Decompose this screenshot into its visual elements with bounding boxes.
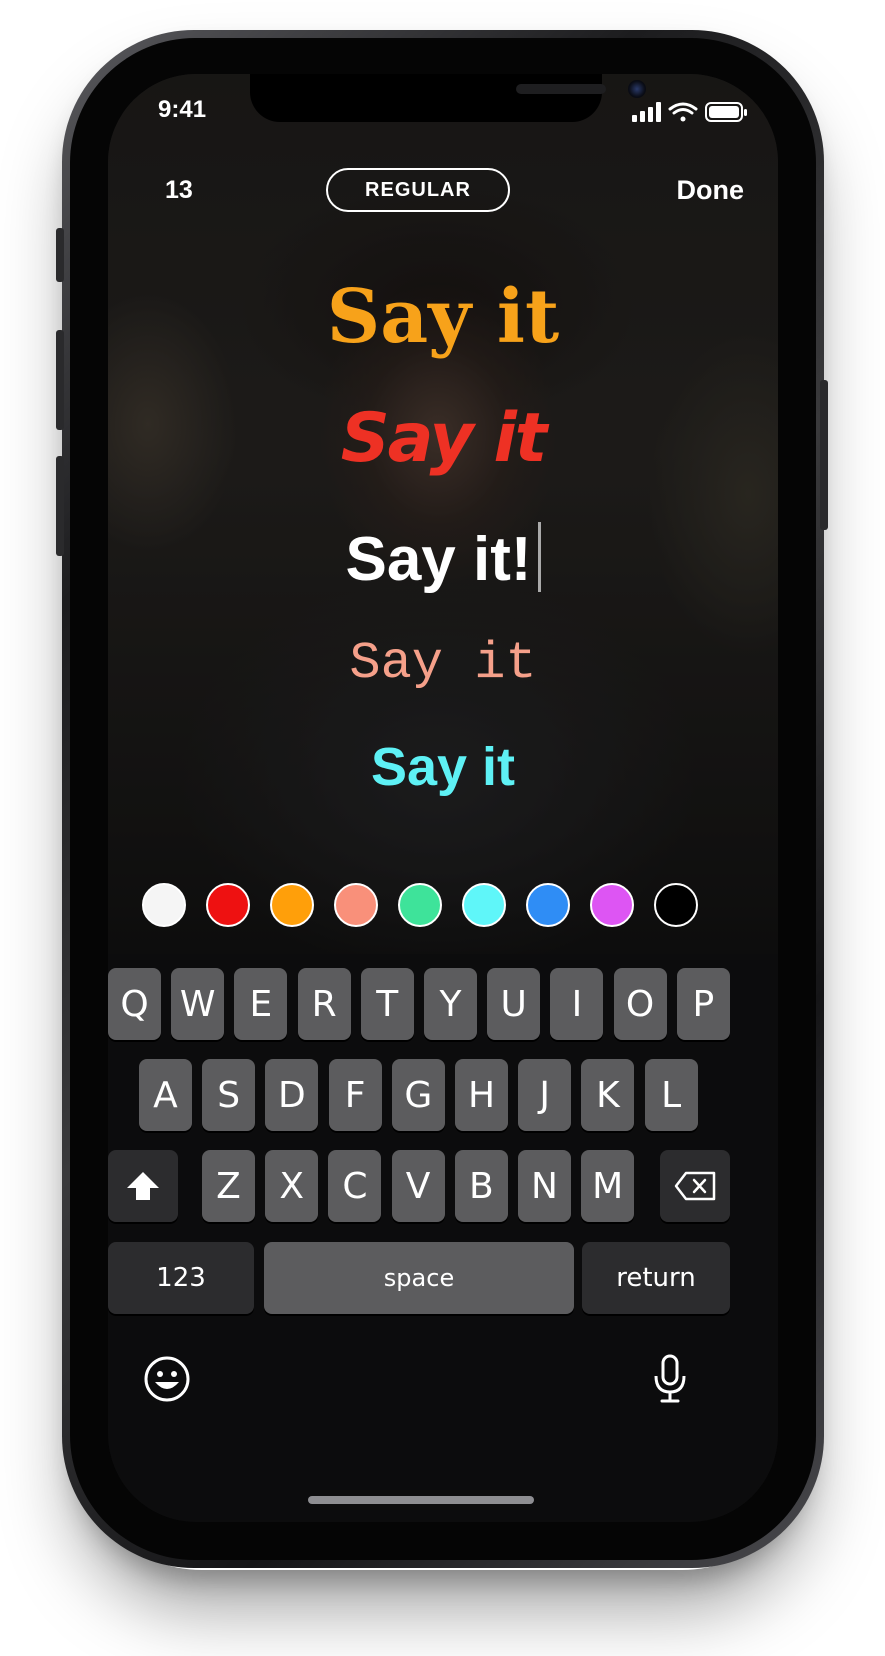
color-swatch[interactable] [206, 883, 250, 927]
front-camera [628, 80, 646, 98]
status-icons [632, 100, 750, 124]
dictation-button[interactable] [652, 1354, 688, 1409]
text-caret [537, 522, 541, 592]
color-palette [142, 883, 744, 927]
key-w[interactable]: W [171, 968, 225, 1040]
key-r[interactable]: R [297, 968, 351, 1040]
key-p[interactable]: P [676, 968, 730, 1040]
speaker-grille [516, 84, 606, 94]
microphone-icon [654, 1354, 686, 1403]
key-x[interactable]: X [265, 1150, 319, 1222]
done-button[interactable]: Done [677, 175, 745, 206]
key-e[interactable]: E [234, 968, 288, 1040]
font-sample-serif-text: Say it [326, 274, 560, 360]
key-q[interactable]: Q [108, 968, 161, 1040]
color-swatch[interactable] [526, 883, 570, 927]
notch [250, 74, 646, 122]
key-j[interactable]: J [518, 1059, 572, 1131]
color-swatch[interactable] [398, 883, 442, 927]
text-input-value: Say it! [345, 525, 532, 594]
shift-key[interactable] [108, 1150, 178, 1222]
font-sample-italic-text: Say it [340, 399, 548, 478]
emoji-button[interactable] [142, 1354, 192, 1409]
delete-key[interactable] [660, 1150, 730, 1222]
color-swatch[interactable] [654, 883, 698, 927]
key-v[interactable]: V [391, 1150, 445, 1222]
space-key[interactable]: space [264, 1242, 574, 1314]
key-n[interactable]: N [518, 1150, 571, 1222]
color-swatch[interactable] [462, 883, 506, 927]
key-i[interactable]: I [550, 968, 604, 1040]
font-sample-italic[interactable]: Say it [108, 399, 778, 478]
key-d[interactable]: D [265, 1059, 319, 1131]
key-f[interactable]: F [328, 1059, 382, 1131]
volume-down-button [56, 456, 64, 556]
color-swatch[interactable] [270, 883, 314, 927]
font-sample-serif[interactable]: Say it [108, 274, 778, 360]
key-u[interactable]: U [487, 968, 541, 1040]
font-sample-rounded-text: Say it [370, 737, 516, 797]
color-swatch[interactable] [142, 883, 186, 927]
font-sample-mono-text: Say it [349, 634, 537, 693]
key-h[interactable]: H [455, 1059, 508, 1131]
key-a[interactable]: A [139, 1059, 192, 1131]
key-y[interactable]: Y [424, 968, 477, 1040]
volume-up-button [56, 330, 64, 430]
font-sample-mono[interactable]: Say it [108, 634, 778, 693]
power-button [820, 380, 828, 530]
home-indicator[interactable] [308, 1496, 534, 1504]
shift-icon [127, 1172, 159, 1200]
color-swatch[interactable] [590, 883, 634, 927]
key-c[interactable]: C [328, 1150, 382, 1222]
font-sample-rounded[interactable]: Say it [108, 736, 778, 798]
battery-icon [705, 102, 747, 122]
keyboard: 123 space return QWERTYUIOP ASDFGHJKL ZXCV… [108, 954, 778, 1522]
screen: 9:41 13 REGULAR Done Say it Say it Say i… [108, 74, 778, 1522]
key-t[interactable]: T [360, 968, 414, 1040]
delete-icon [674, 1171, 716, 1201]
key-b[interactable]: B [454, 1150, 508, 1222]
font-style-label: REGULAR [365, 178, 471, 201]
silent-switch [56, 228, 64, 282]
wifi-icon [668, 102, 698, 122]
signal-icon [632, 102, 661, 122]
key-k[interactable]: K [581, 1059, 635, 1131]
key-g[interactable]: G [391, 1059, 445, 1131]
font-style-button[interactable]: REGULAR [326, 168, 510, 212]
status-time: 9:41 [158, 96, 207, 123]
key-m[interactable]: M [581, 1150, 635, 1222]
text-size-value[interactable]: 13 [165, 176, 193, 205]
key-o[interactable]: O [613, 968, 667, 1040]
key-s[interactable]: S [202, 1059, 256, 1131]
return-key[interactable]: return [582, 1242, 730, 1314]
text-input-active[interactable]: Say it! [108, 522, 778, 595]
numbers-key[interactable]: 123 [108, 1242, 254, 1314]
key-z[interactable]: Z [202, 1150, 255, 1222]
color-swatch[interactable] [334, 883, 378, 927]
emoji-icon [144, 1356, 190, 1402]
key-l[interactable]: L [644, 1059, 698, 1131]
